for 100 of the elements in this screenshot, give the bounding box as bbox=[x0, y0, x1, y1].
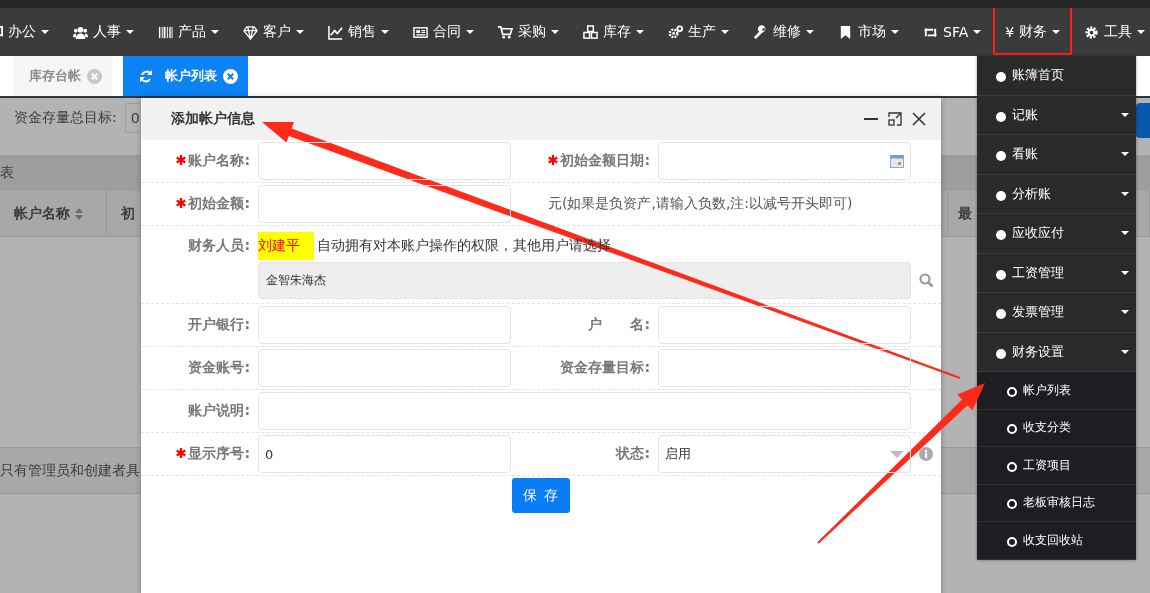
nav-menu-item[interactable]: 工具 bbox=[1072, 8, 1150, 56]
users-icon bbox=[73, 24, 88, 40]
caret-icon bbox=[1121, 152, 1129, 157]
submenu-item[interactable]: 工资项目 bbox=[977, 447, 1136, 485]
nav-menu-item[interactable]: ¥ 财务 bbox=[993, 8, 1073, 55]
input-field[interactable] bbox=[258, 142, 511, 180]
field-label: 账户说明: bbox=[187, 402, 251, 420]
submenu-item[interactable]: 老板审核日志 bbox=[977, 484, 1136, 522]
dot-icon bbox=[996, 309, 1006, 320]
close-icon[interactable] bbox=[911, 111, 927, 127]
panel-title: 表 bbox=[0, 164, 14, 182]
menu-item[interactable]: 记账 bbox=[977, 95, 1136, 135]
menu-item[interactable]: 应收应付 bbox=[977, 214, 1136, 254]
submenu-item[interactable]: 收支分类 bbox=[977, 409, 1136, 447]
info-icon bbox=[919, 447, 933, 461]
yen-icon: ¥ bbox=[1005, 23, 1015, 40]
input-field[interactable] bbox=[258, 306, 511, 344]
input-field[interactable] bbox=[258, 185, 511, 223]
nav-menu-item[interactable]: 生产 bbox=[656, 8, 741, 56]
cart-icon bbox=[498, 24, 513, 40]
caret-icon bbox=[721, 30, 729, 34]
dot-icon bbox=[996, 230, 1006, 241]
caret-icon bbox=[1121, 310, 1129, 315]
nav-menu-item[interactable]: 维修 bbox=[741, 8, 826, 56]
caret-icon bbox=[1121, 270, 1129, 275]
gears-icon bbox=[668, 24, 683, 40]
field-label: 户 名: bbox=[587, 316, 651, 334]
menu-item[interactable]: 账簿首页 bbox=[977, 56, 1136, 96]
field-label: 财务人员: bbox=[187, 237, 251, 255]
required-icon bbox=[548, 155, 559, 165]
column-header[interactable]: 帐户名称 bbox=[14, 204, 70, 223]
search-icon[interactable] bbox=[918, 273, 934, 288]
date-field[interactable] bbox=[658, 142, 911, 180]
calendar-icon bbox=[890, 154, 904, 168]
column-header[interactable]: 最 bbox=[958, 204, 972, 223]
dot-icon bbox=[996, 269, 1006, 280]
line-chart-icon bbox=[328, 24, 343, 40]
caret-icon bbox=[636, 30, 644, 34]
newspaper-icon bbox=[413, 24, 428, 40]
field-label: 开户银行: bbox=[187, 316, 251, 334]
staff-field[interactable]: 金智朱海杰 bbox=[258, 262, 911, 299]
caret-icon bbox=[1121, 112, 1129, 117]
maximize-icon[interactable] bbox=[887, 111, 903, 127]
target-field[interactable]: 0 bbox=[124, 103, 139, 133]
field-label: 初始金额日期: bbox=[511, 152, 658, 170]
nav-menu-item[interactable]: 库存 bbox=[571, 8, 656, 56]
diamond-icon bbox=[243, 24, 258, 40]
caret-icon bbox=[551, 30, 559, 34]
refresh-icon bbox=[139, 69, 153, 83]
input-field[interactable] bbox=[658, 349, 911, 387]
menu-item[interactable]: 工资管理 bbox=[977, 253, 1136, 293]
menu-item[interactable]: 看账 bbox=[977, 135, 1136, 175]
nav-menu-item[interactable]: 客户 bbox=[231, 8, 316, 56]
caret-icon bbox=[1121, 349, 1129, 354]
close-icon bbox=[223, 68, 238, 84]
dot-icon bbox=[996, 111, 1006, 122]
nav-menu-item[interactable]: SFA bbox=[911, 8, 994, 56]
field-label: 资金账号: bbox=[187, 359, 251, 377]
required-icon bbox=[176, 198, 187, 208]
highlighted-name: 刘建平 bbox=[258, 232, 314, 260]
menu-item[interactable]: 发票管理 bbox=[977, 293, 1136, 333]
input-field[interactable]: 0 bbox=[258, 435, 511, 473]
required-icon bbox=[176, 155, 187, 165]
caret-icon bbox=[1137, 30, 1146, 34]
submenu-item[interactable]: 帐户列表 bbox=[977, 372, 1136, 410]
gear-icon bbox=[1084, 24, 1100, 40]
save-button[interactable]: 保 存 bbox=[512, 478, 570, 513]
submenu-item[interactable]: 收支回收站 bbox=[977, 522, 1136, 560]
nav-menu-item[interactable]: 人事 bbox=[61, 8, 146, 56]
field-label: 资金存量目标: bbox=[559, 359, 651, 377]
nav-menu-item[interactable]: 采购 bbox=[486, 8, 571, 56]
nav-menu-item[interactable]: 办公 bbox=[0, 8, 61, 56]
input-field[interactable] bbox=[258, 349, 511, 387]
nav-menu-item[interactable]: 合同 bbox=[401, 8, 486, 56]
footer-note: 只有管理员和创建者具 bbox=[0, 461, 140, 480]
field-label: 资金存量总目标: bbox=[14, 109, 117, 127]
nav-menu-item[interactable]: 市场 bbox=[826, 8, 911, 56]
ring-icon bbox=[1007, 424, 1017, 435]
caret-icon bbox=[381, 30, 389, 34]
column-header[interactable]: 初 bbox=[121, 204, 135, 223]
caret-icon bbox=[973, 30, 982, 34]
dot-icon bbox=[996, 72, 1006, 83]
nav-menu-item[interactable]: 产品 bbox=[146, 8, 231, 56]
dot-icon bbox=[996, 151, 1006, 162]
ring-icon bbox=[1007, 499, 1017, 510]
field-label: 初始金额: bbox=[141, 195, 258, 213]
tab[interactable]: 帐户列表 bbox=[123, 56, 248, 96]
caret-icon bbox=[1052, 29, 1061, 34]
input-field[interactable] bbox=[658, 306, 911, 344]
caret-icon bbox=[1121, 231, 1129, 236]
input-field[interactable] bbox=[258, 392, 911, 430]
caret-icon bbox=[806, 30, 814, 34]
ring-icon bbox=[1007, 461, 1017, 472]
close-icon bbox=[87, 68, 102, 84]
menu-item[interactable]: 分析账 bbox=[977, 174, 1136, 214]
nav-menu-item[interactable]: 销售 bbox=[316, 8, 401, 56]
hint-text: 元(如果是负资产,请输入负数,注:以减号开头即可) bbox=[547, 195, 853, 213]
dot-icon bbox=[996, 190, 1006, 201]
caret-icon bbox=[891, 30, 899, 34]
field-label: 显示序号: bbox=[141, 445, 258, 463]
